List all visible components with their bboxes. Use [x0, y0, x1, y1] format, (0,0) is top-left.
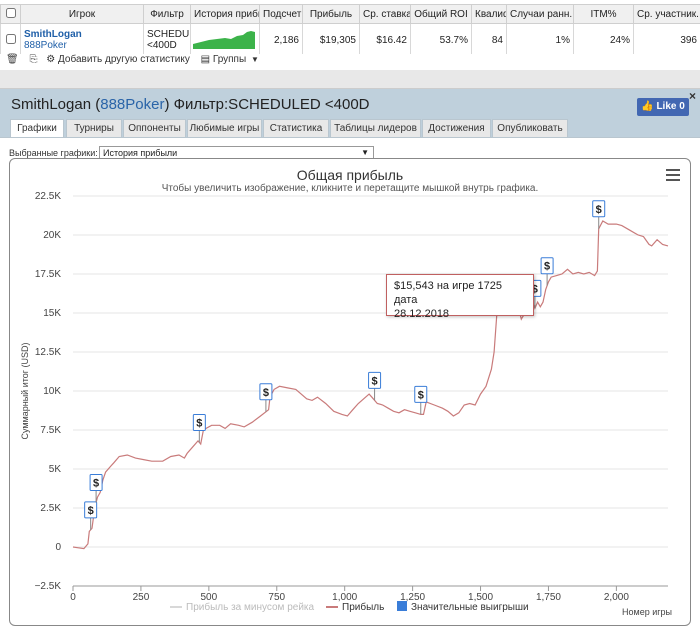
- chart-subtitle: Чтобы увеличить изображение, кликните и …: [162, 182, 539, 194]
- win-marker-label: $: [372, 375, 378, 387]
- y-tick-label: 5K: [49, 464, 62, 475]
- x-axis-label: Номер игры: [622, 607, 672, 617]
- y-axis-label: Суммарный итог (USD): [20, 342, 30, 439]
- win-marker-label: $: [263, 387, 269, 399]
- x-tick-label: 250: [133, 592, 150, 603]
- y-tick-label: 12.5K: [35, 347, 61, 358]
- y-tick-label: 7.5K: [40, 425, 61, 436]
- x-tick-label: 1,750: [536, 592, 561, 603]
- chart-title: Общая прибыль: [297, 167, 403, 183]
- x-tick-label: 2,000: [604, 592, 629, 603]
- win-marker-label: $: [88, 505, 94, 517]
- y-tick-label: 0: [55, 542, 61, 553]
- x-tick-label: 0: [70, 592, 76, 603]
- y-tick-label: 2.5K: [40, 503, 61, 514]
- y-tick-label: 17.5K: [35, 269, 61, 280]
- chart-menu-icon[interactable]: [666, 169, 680, 181]
- legend-swatch-wins: [397, 601, 407, 611]
- win-marker-label: $: [196, 417, 202, 429]
- tooltip-line2: 28.12.2018: [394, 307, 526, 321]
- y-tick-label: 22.5K: [35, 191, 61, 202]
- legend-label-profit: Прибыль: [342, 601, 384, 613]
- win-marker-label: $: [93, 478, 99, 490]
- tooltip-line1: $15,543 на игре 1725 дата: [394, 279, 526, 307]
- y-tick-label: −2.5K: [35, 581, 62, 592]
- profit-chart[interactable]: Общая прибыльЧтобы увеличить изображение…: [0, 0, 700, 628]
- chart-tooltip: $15,543 на игре 1725 дата 28.12.2018: [386, 274, 534, 316]
- y-tick-label: 15K: [43, 308, 61, 319]
- win-marker-label: $: [418, 389, 424, 401]
- win-marker-label: $: [544, 261, 550, 273]
- win-marker-label: $: [596, 204, 602, 216]
- y-tick-label: 10K: [43, 386, 61, 397]
- y-tick-label: 20K: [43, 230, 61, 241]
- legend-label-net-profit: Прибыль за минусом рейка: [186, 601, 315, 613]
- legend-label-wins: Значительные выигрыши: [411, 602, 529, 613]
